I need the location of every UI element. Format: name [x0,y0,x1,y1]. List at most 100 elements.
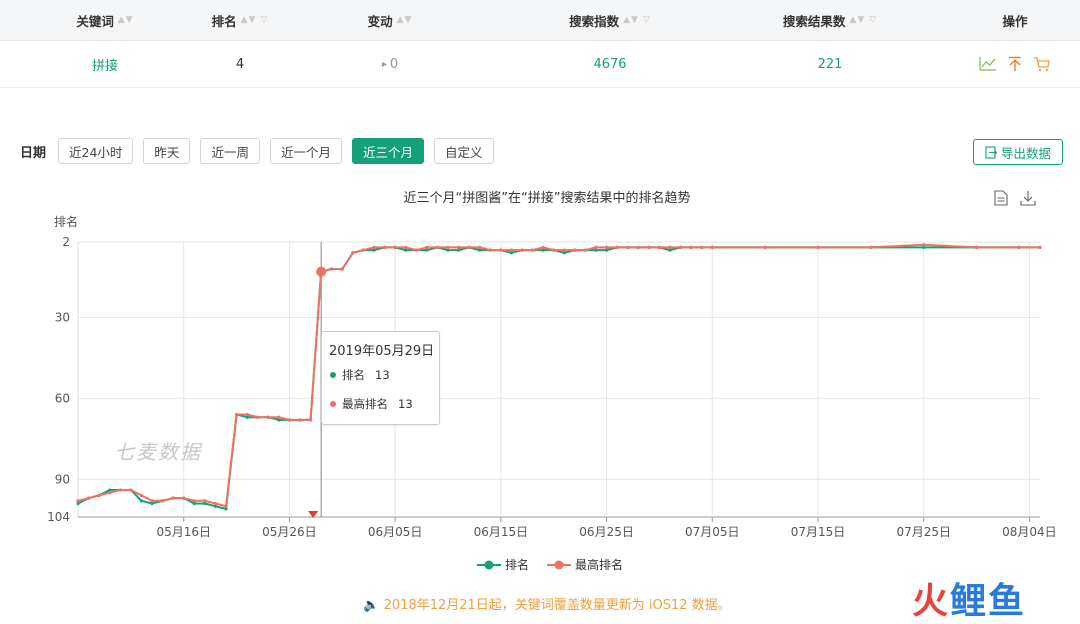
data-point [372,245,376,249]
legend-rank-icon [477,560,501,569]
tooltip-row-best: 最高排名 13 [330,396,413,412]
data-point [1017,245,1021,249]
data-point [97,493,101,498]
data-point [76,499,80,503]
data-point [414,248,418,252]
data-point [816,245,820,249]
data-point [308,418,313,422]
x-tick-label: 07月25日 [896,525,951,539]
data-point [657,245,662,249]
data-point [86,496,91,500]
data-point [710,245,714,249]
data-point [668,245,672,249]
legend-best-label: 最高排名 [575,558,624,572]
data-point [361,248,366,252]
chart-legend: 排名 最高排名 [477,556,623,573]
data-point [435,245,440,249]
data-point [446,245,450,249]
legend-best[interactable]: 最高排名 [547,556,623,573]
site-logo: 火鲤鱼 [912,581,1027,622]
data-point [192,499,196,503]
rank-dot-icon [330,372,336,378]
y-tick-label: 60 [55,391,70,405]
data-point [456,245,461,249]
y-tick-label: 2 [62,235,70,249]
y-tick-label: 30 [55,310,70,324]
data-point [530,248,535,252]
chart-tooltip: 2019年05月29日 排名 13 最高排名 13 [321,331,440,425]
data-point [382,245,387,249]
tooltip-best-value: 13 [398,397,413,411]
data-point [467,245,471,249]
data-point [425,245,429,249]
x-tick-label: 06月05日 [368,525,423,539]
x-tick-label: 05月26日 [262,525,317,539]
x-tick-label: 07月05日 [685,525,740,539]
tooltip-best-name: 最高排名 [342,397,388,411]
data-point [266,415,270,419]
series-line-0 [77,246,1040,510]
data-point [404,245,408,249]
tooltip-row-rank: 排名 13 [330,367,390,383]
data-point [552,248,556,252]
legend-best-icon [547,560,572,569]
legend-rank-label: 排名 [505,558,530,572]
data-point [108,491,112,495]
data-point [678,245,683,249]
data-point [499,248,503,252]
y-axis-label: 排名 [54,214,78,229]
data-point [287,418,292,422]
data-point [583,248,588,252]
best-dot-icon [330,401,336,407]
x-tick-label: 06月15日 [474,525,529,539]
data-point [509,248,514,252]
y-tick-label: 104 [47,510,70,524]
data-point [1038,245,1042,249]
tooltip-rank-name: 排名 [342,368,365,382]
data-point [277,415,281,419]
tooltip-date: 2019年05月29日 [329,344,435,359]
x-tick-label: 05月16日 [156,525,211,539]
data-point [256,415,260,419]
data-point [594,245,598,249]
data-point [636,245,640,249]
watermark: 七麦数据 [114,440,202,464]
data-point [150,499,154,503]
data-point [562,248,566,252]
y-tick-label: 90 [55,472,70,486]
data-point [763,245,767,249]
data-point [573,248,577,252]
data-point [298,418,302,422]
legend-rank[interactable]: 排名 [477,556,529,573]
data-point [330,267,334,271]
data-point [478,245,482,249]
data-point [520,248,524,252]
data-point [922,243,926,247]
data-point [604,245,609,249]
data-point [245,412,249,417]
data-point [869,245,873,249]
data-point [139,499,144,503]
data-point [171,496,175,500]
x-tick-label: 07月15日 [791,525,846,539]
data-point [647,245,651,249]
data-point [700,245,704,249]
data-point [974,245,979,249]
data-point [393,245,397,249]
data-point [234,412,239,417]
data-point [615,245,619,249]
data-point [213,501,218,506]
data-point [488,248,492,252]
series-line-1 [77,243,1040,508]
data-point [351,251,355,255]
data-point [182,496,186,500]
data-point [139,493,144,498]
data-point [541,245,545,249]
x-tick-label: 08月04日 [1002,525,1057,539]
data-point [626,245,630,249]
highlight-point [316,266,327,277]
data-point [203,499,207,503]
data-point [129,488,133,492]
tooltip-rank-value: 13 [375,368,390,382]
data-point [118,488,122,492]
